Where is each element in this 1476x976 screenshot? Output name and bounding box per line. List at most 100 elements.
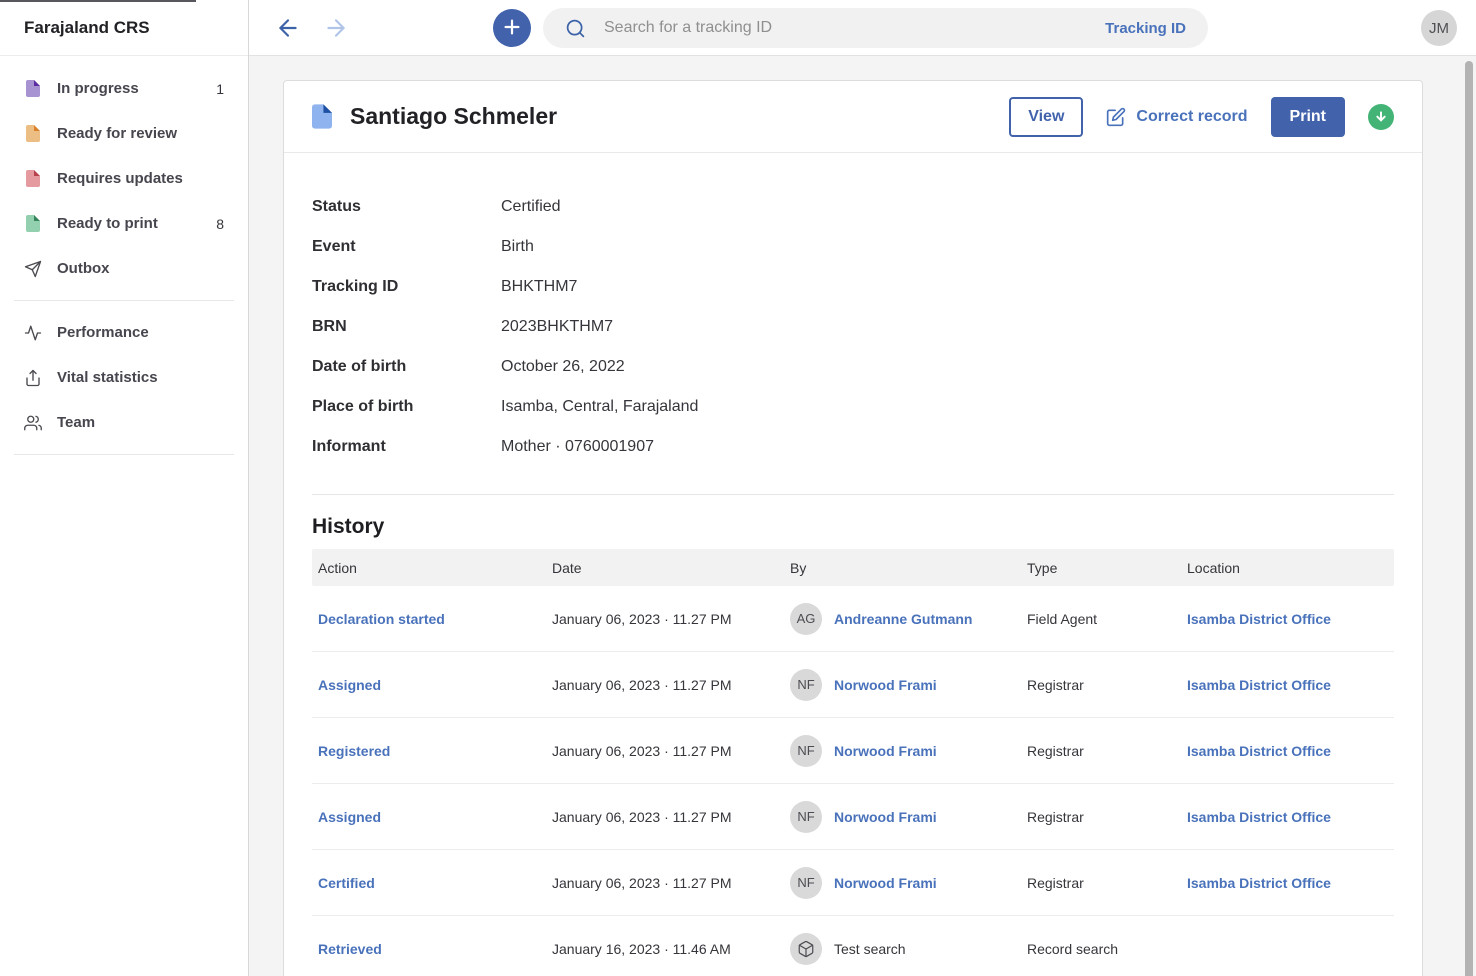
detail-label: Place of birth: [312, 398, 501, 416]
sidebar-item-outbox[interactable]: Outbox: [0, 246, 248, 291]
sidebar-item-vital-statistics[interactable]: Vital statistics: [0, 355, 248, 400]
sidebar-divider: [14, 300, 234, 301]
sidebar-item-count: 1: [216, 81, 224, 97]
action-link[interactable]: Retrieved: [318, 941, 382, 957]
by-user-link[interactable]: Andreanne Gutmann: [834, 611, 972, 627]
sidebar-item-performance[interactable]: Performance: [0, 310, 248, 355]
sidebar-item-requires-updates[interactable]: Requires updates: [0, 156, 248, 201]
sidebar-item-label: Ready to print: [57, 215, 216, 232]
sidebar-item-label: Requires updates: [57, 170, 224, 187]
history-row: Assigned January 06, 2023 · 11.27 PMNF Nor…: [312, 784, 1394, 850]
search-bar[interactable]: Tracking ID: [543, 8, 1208, 48]
by-user-link[interactable]: Norwood Frami: [834, 875, 937, 891]
column-header-location: Location: [1187, 560, 1394, 576]
history-type: Record search: [1027, 941, 1187, 957]
view-button[interactable]: View: [1009, 97, 1083, 137]
correct-record-button[interactable]: Correct record: [1106, 97, 1247, 137]
topbar: Tracking ID JM: [249, 0, 1476, 56]
by-user-link[interactable]: Norwood Frami: [834, 809, 937, 825]
history-row: CertifiedJanuary 06, 2023 · 11.27 PMNFNo…: [312, 850, 1394, 916]
detail-value: Isamba, Central, Farajaland: [501, 398, 698, 416]
search-input[interactable]: [602, 18, 1105, 38]
plus-icon: [501, 16, 523, 41]
search-icon: [565, 18, 586, 39]
location-link[interactable]: Isamba District Office: [1187, 677, 1331, 693]
detail-row-date-of-birth: Date of birthOctober 26, 2022: [312, 347, 1394, 387]
history-type: Registrar: [1027, 875, 1187, 891]
detail-row-tracking-id: Tracking IDBHKTHM7: [312, 267, 1394, 307]
search-filter-chip[interactable]: Tracking ID: [1105, 20, 1186, 37]
detail-value: October 26, 2022: [501, 358, 625, 376]
location-link[interactable]: Isamba District Office: [1187, 875, 1331, 891]
detail-row-brn: BRN2023BHKTHM7: [312, 307, 1394, 347]
record-title: Santiago Schmeler: [350, 103, 557, 130]
history-row: Assigned January 06, 2023 · 11.27 PMNF Nor…: [312, 652, 1394, 718]
by-user-link[interactable]: Norwood Frami: [834, 677, 937, 693]
vertical-scrollbar[interactable]: [1465, 61, 1473, 976]
sidebar-item-ready-to-print[interactable]: Ready to print8: [0, 201, 248, 246]
upload-icon: [24, 369, 42, 387]
history-type: Registrar: [1027, 743, 1187, 759]
column-header-date: Date: [552, 560, 790, 576]
arrow-right-icon: [323, 15, 349, 41]
back-button[interactable]: [275, 15, 301, 41]
sidebar: Farajaland CRS In progress1 Ready for rev…: [0, 0, 249, 976]
sidebar-item-count: 8: [216, 216, 224, 232]
column-header-action: Action: [312, 560, 552, 576]
detail-row-place-of-birth: Place of birthIsamba, Central, Farajalan…: [312, 387, 1394, 427]
document-icon: [24, 170, 42, 188]
document-icon: [24, 80, 42, 98]
paper-plane-icon: [24, 260, 42, 278]
correct-record-label: Correct record: [1136, 108, 1247, 126]
activity-icon: [24, 324, 42, 342]
history-date: January 06, 2023 · 11.27 PM: [552, 677, 790, 693]
history-type: Field Agent: [1027, 611, 1187, 627]
record-details: StatusCertifiedEventBirthTracking IDBHKT…: [312, 187, 1394, 467]
history-row: RegisteredJanuary 06, 2023 · 11.27 PMNFN…: [312, 718, 1394, 784]
sidebar-item-in-progress[interactable]: In progress1: [0, 66, 248, 111]
location-link[interactable]: Isamba District Office: [1187, 809, 1331, 825]
action-link[interactable]: Declaration started: [318, 611, 445, 627]
window-edge-artifact: [0, 0, 196, 2]
app-title: Farajaland CRS: [0, 0, 248, 56]
sidebar-divider: [14, 454, 234, 455]
location-link[interactable]: Isamba District Office: [1187, 611, 1331, 627]
avatar: AG: [790, 603, 822, 635]
by-name: Test search: [834, 941, 906, 957]
arrow-down-circle-icon: [1373, 109, 1389, 125]
action-link[interactable]: Registered: [318, 743, 390, 759]
new-declaration-button[interactable]: [493, 9, 531, 47]
download-button[interactable]: [1368, 104, 1394, 130]
sidebar-item-label: Ready for review: [57, 125, 224, 142]
user-avatar[interactable]: JM: [1421, 10, 1457, 46]
action-link[interactable]: Assigned: [318, 809, 381, 825]
avatar: NF: [790, 669, 822, 701]
history-title: History: [312, 515, 1394, 539]
avatar: NF: [790, 735, 822, 767]
detail-label: Informant: [312, 438, 501, 456]
history-date: January 06, 2023 · 11.27 PM: [552, 809, 790, 825]
avatar: NF: [790, 801, 822, 833]
history-type: Registrar: [1027, 677, 1187, 693]
history-type: Registrar: [1027, 809, 1187, 825]
record-card-header: Santiago Schmeler View Correct record Pr…: [284, 81, 1422, 153]
detail-value: Certified: [501, 198, 561, 216]
action-link[interactable]: Assigned: [318, 677, 381, 693]
location-link[interactable]: Isamba District Office: [1187, 743, 1331, 759]
detail-value: BHKTHM7: [501, 278, 577, 296]
sidebar-item-team[interactable]: Team: [0, 400, 248, 445]
history-table-header: Action Date By Type Location: [312, 549, 1394, 586]
main-area: Tracking ID JM Santiago Schmeler View Co…: [249, 0, 1476, 976]
detail-label: Tracking ID: [312, 278, 501, 296]
sidebar-item-ready-for-review[interactable]: Ready for review: [0, 111, 248, 156]
record-actions: View Correct record Print: [1009, 97, 1394, 137]
detail-row-status: StatusCertified: [312, 187, 1394, 227]
print-button[interactable]: Print: [1271, 97, 1345, 137]
history-date: January 06, 2023 · 11.27 PM: [552, 611, 790, 627]
arrow-left-icon: [275, 15, 301, 41]
action-link[interactable]: Certified: [318, 875, 375, 891]
record-card: Santiago Schmeler View Correct record Pr…: [283, 80, 1423, 976]
forward-button[interactable]: [323, 15, 349, 41]
detail-row-informant: InformantMother · 0760001907: [312, 427, 1394, 467]
by-user-link[interactable]: Norwood Frami: [834, 743, 937, 759]
